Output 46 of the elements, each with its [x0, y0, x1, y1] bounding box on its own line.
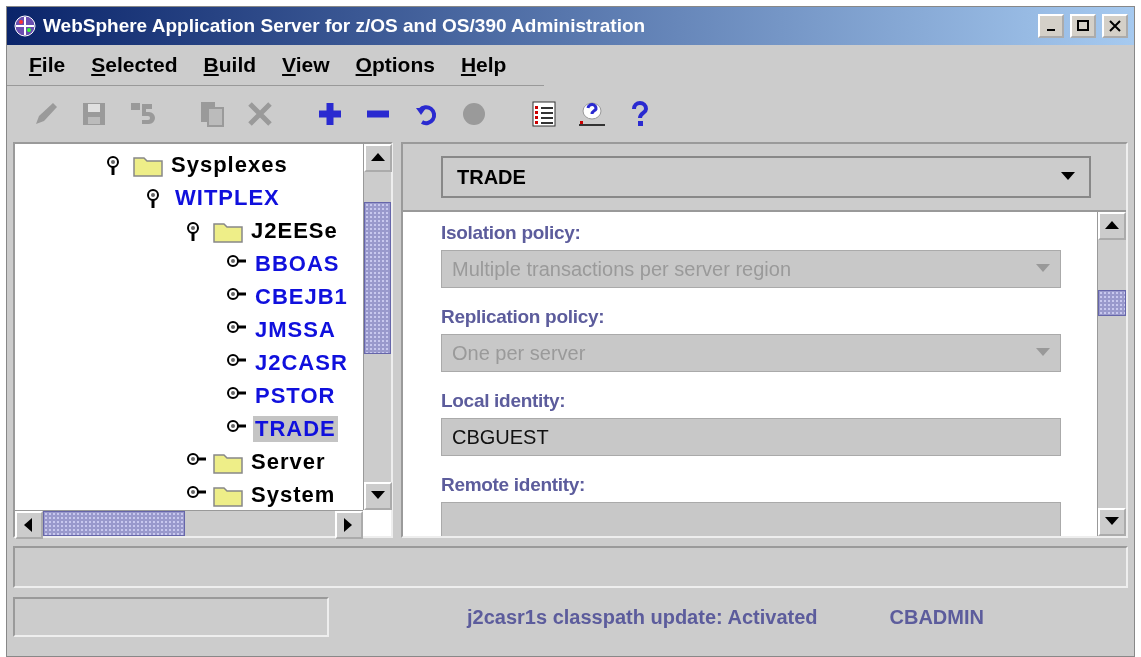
tree-item[interactable]: J2EESe: [249, 217, 340, 244]
tree-item[interactable]: PSTOR: [253, 382, 338, 409]
minimize-icon: [1047, 29, 1055, 31]
tree-item[interactable]: JMSSA: [253, 316, 338, 343]
menu-item[interactable]: Help: [460, 53, 507, 77]
scroll-down-button[interactable]: [364, 482, 392, 510]
scroll-thumb[interactable]: [364, 202, 391, 354]
window-title: WebSphere Application Server for z/OS and OS/390 Administration: [43, 15, 647, 37]
user-name: CBADMIN: [889, 605, 984, 629]
menu-item[interactable]: View: [282, 53, 330, 77]
status-message: j2casr1s classpath update: Activated: [467, 605, 818, 629]
menu-item[interactable]: Selected: [91, 53, 178, 77]
tree-item[interactable]: J2CASR: [253, 349, 350, 376]
vertical-scrollbar[interactable]: [363, 144, 391, 510]
menu-item[interactable]: Build: [203, 53, 257, 77]
scroll-up-button[interactable]: [364, 144, 392, 172]
scroll-down-button[interactable]: [1098, 508, 1126, 536]
field-label: Remote identity:: [441, 474, 587, 496]
tree-item[interactable]: CBEJB1: [253, 283, 350, 310]
tree-item[interactable]: TRADE: [253, 415, 338, 442]
input-field[interactable]: CBGUEST: [441, 418, 1061, 456]
field-label: Replication policy:: [441, 306, 606, 328]
close-icon: [1109, 20, 1121, 32]
tree-item[interactable]: Sysplexes: [169, 151, 290, 178]
scroll-up-button[interactable]: [1098, 212, 1126, 240]
input-field[interactable]: [441, 502, 1061, 536]
scroll-thumb[interactable]: [43, 511, 185, 536]
field-label: Local identity:: [441, 390, 567, 412]
horizontal-scrollbar[interactable]: [15, 510, 363, 536]
scroll-right-button[interactable]: [335, 511, 363, 539]
tree-item[interactable]: WITPLEX: [173, 184, 282, 211]
maximize-icon: [1077, 20, 1089, 32]
tree-item[interactable]: Server: [249, 448, 328, 475]
server-dropdown[interactable]: TRADE: [441, 156, 1091, 198]
tree-item[interactable]: System: [249, 481, 338, 508]
app-logo-icon: [13, 14, 37, 38]
menu-item[interactable]: Options: [355, 53, 435, 77]
vertical-scrollbar[interactable]: [1097, 212, 1126, 536]
scroll-thumb[interactable]: [1098, 290, 1126, 316]
close-button[interactable]: [1102, 14, 1128, 38]
maximize-button[interactable]: [1070, 14, 1096, 38]
tree-item[interactable]: BBOAS: [253, 250, 342, 277]
field-label: Isolation policy:: [441, 222, 582, 244]
minimize-button[interactable]: [1038, 14, 1064, 38]
scroll-left-button[interactable]: [15, 511, 43, 539]
menu-item[interactable]: File: [29, 53, 66, 77]
